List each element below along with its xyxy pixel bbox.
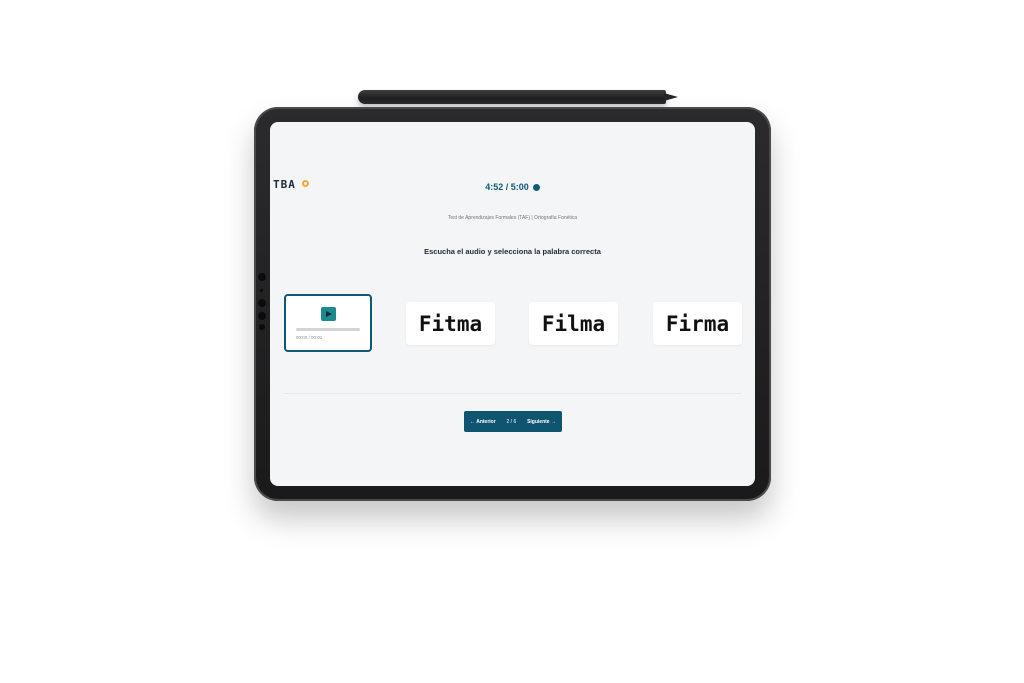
stopwatch-icon: [532, 184, 540, 191]
play-icon[interactable]: [321, 307, 336, 321]
stylus: [358, 90, 678, 104]
side-sensor: [258, 312, 266, 320]
timer: 4:52 / 5:00: [270, 182, 755, 192]
test-subtitle: Test de Aprendizajes Formales (TAF) | Or…: [447, 215, 578, 221]
side-sensor: [258, 273, 266, 281]
divider: [284, 393, 741, 394]
audio-progress-bar[interactable]: [296, 328, 360, 331]
app-screen: TBA 4:52 / 5:00 Test de Aprendizajes For…: [270, 122, 755, 486]
audio-time-label: 00:00 / 00:01: [296, 335, 323, 340]
pagination-bar: ← Anterior 2 / 6 Siguiente →: [464, 411, 562, 432]
page-counter: 2 / 6: [506, 418, 517, 425]
audio-player: 00:00 / 00:01: [284, 294, 372, 352]
timer-label: 4:52 / 5:00: [485, 182, 529, 192]
side-sensor: [259, 324, 265, 330]
side-sensor: [258, 299, 266, 307]
previous-button[interactable]: ← Anterior: [470, 419, 496, 425]
next-button[interactable]: Siguiente →: [527, 419, 556, 425]
answer-option-firma[interactable]: Firma: [653, 302, 742, 345]
answer-option-filma[interactable]: Filma: [529, 302, 618, 345]
answer-option-fitma[interactable]: Fitma: [406, 302, 495, 345]
side-sensor: [260, 289, 263, 292]
question-instruction: Escucha el audio y selecciona la palabra…: [424, 247, 601, 256]
